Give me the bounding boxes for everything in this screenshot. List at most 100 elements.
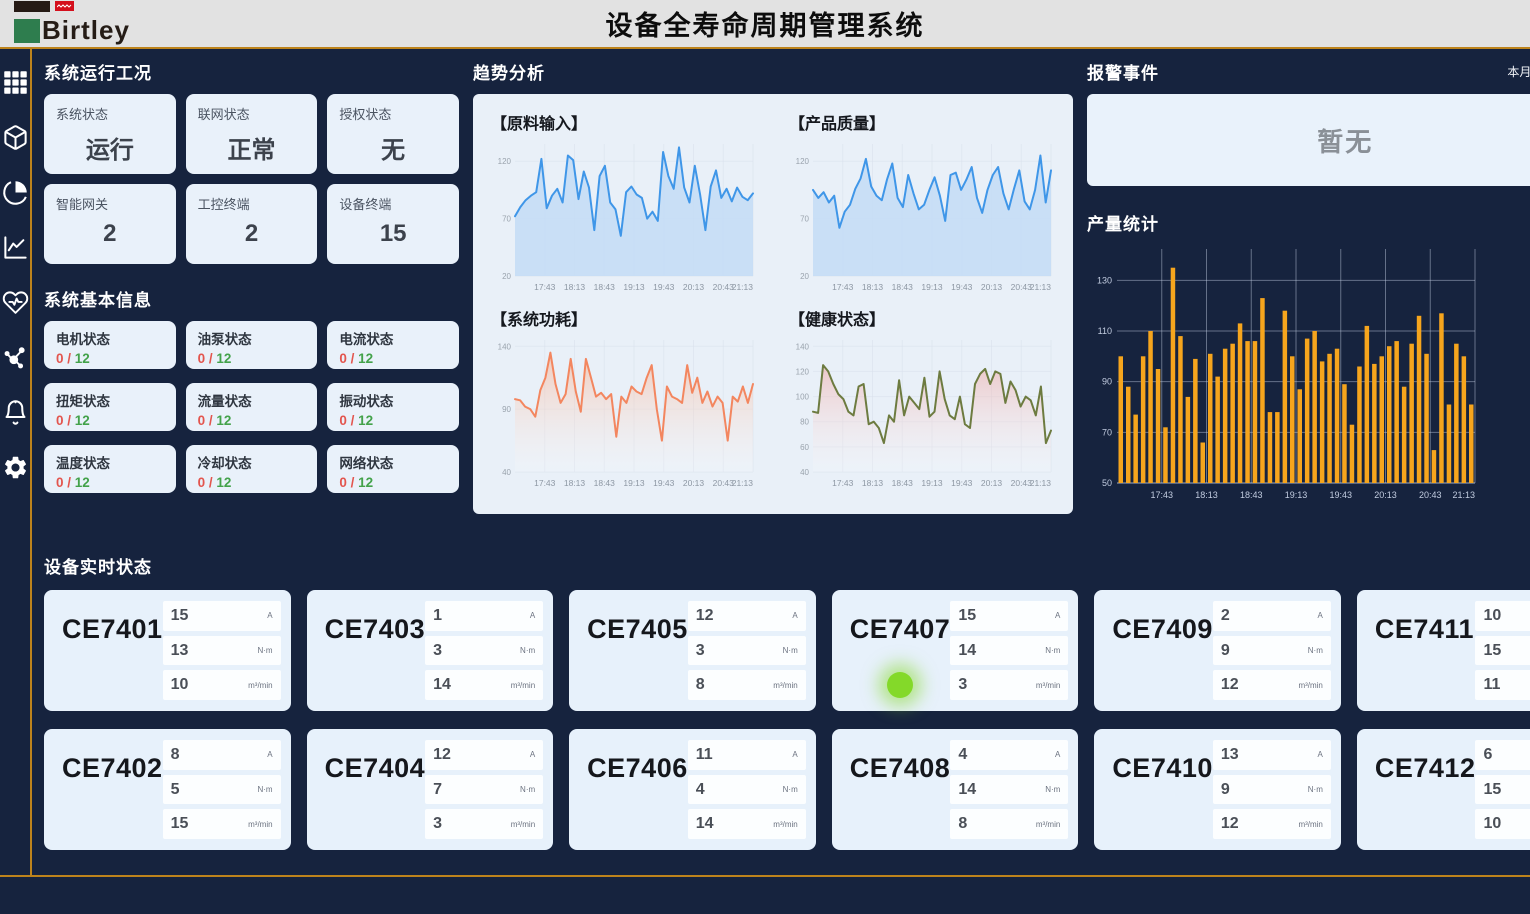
info-card: 冷却状态0 / 12 (186, 445, 318, 493)
device-values: 2A9N·m12m³/min (1213, 601, 1331, 700)
device-value-strip: 14N·m (950, 636, 1068, 666)
device-value: 13 (1221, 746, 1239, 764)
device-card[interactable]: CE74084A14N·m8m³/min (832, 729, 1079, 850)
device-value: 4 (958, 746, 967, 764)
alarm-tab[interactable]: 本月 (1507, 63, 1530, 80)
apps-grid-icon[interactable] (0, 67, 30, 97)
device-value-strip: 15A (163, 601, 281, 631)
alarm-empty-card: 暂无 (1087, 94, 1530, 186)
device-value: 11 (1483, 676, 1500, 694)
device-value-strip: 12m³/min (1213, 670, 1331, 700)
device-card[interactable]: CE74028A5N·m15m³/min (44, 729, 291, 850)
cube-icon[interactable] (0, 122, 30, 152)
device-name: CE7402 (62, 753, 163, 839)
info-card-value: 0 / 12 (339, 475, 447, 490)
info-card-label: 流量状态 (198, 390, 306, 410)
status-card: 系统状态运行 (44, 94, 176, 174)
info-card-label: 冷却状态 (198, 452, 306, 472)
device-unit: N·m (520, 646, 535, 655)
svg-text:18:13: 18:13 (1195, 490, 1218, 500)
device-value-strip: 8m³/min (688, 670, 806, 700)
svg-text:120: 120 (796, 367, 810, 376)
run-status-title: 系统运行工况 (44, 59, 459, 84)
alarm-title: 报警事件 (1087, 59, 1159, 84)
svg-text:21:13: 21:13 (1452, 490, 1475, 500)
device-value: 8 (171, 746, 180, 764)
svg-text:90: 90 (1102, 377, 1112, 387)
status-card-value: 15 (327, 220, 459, 248)
status-card-label: 授权状态 (339, 104, 447, 123)
device-card[interactable]: CE741110A15N·m11m³/min (1357, 590, 1530, 711)
svg-text:19:43: 19:43 (951, 282, 973, 292)
molecule-icon[interactable] (0, 342, 30, 372)
device-value-strip: 4N·m (688, 775, 806, 805)
device-card[interactable]: CE74031A3N·m14m³/min (307, 590, 554, 711)
device-card[interactable]: CE740611A4N·m14m³/min (569, 729, 816, 850)
device-card[interactable]: CE740715A14N·m3m³/min (832, 590, 1079, 711)
device-card[interactable]: CE740412A7N·m3m³/min (307, 729, 554, 850)
trend-title: 趋势分析 (473, 59, 1073, 84)
svg-text:21:13: 21:13 (732, 478, 754, 488)
device-value-strip: 10m³/min (1475, 809, 1530, 839)
device-values: 15A 14N·m 3m³/min (950, 601, 1068, 700)
device-values: 13A9N·m12m³/min (1213, 740, 1331, 839)
line-chart-icon[interactable] (0, 232, 30, 262)
device-card[interactable]: CE74126A 15N·m 10m³/min (1357, 729, 1530, 850)
device-value-strip: 3m³/min (425, 809, 543, 839)
info-card-label: 网络状态 (339, 452, 447, 472)
device-value: 8 (958, 815, 967, 833)
device-value: 12 (433, 746, 451, 764)
status-card: 工控终端2 (186, 184, 318, 264)
svg-text:110: 110 (1098, 326, 1112, 336)
bell-icon[interactable] (0, 397, 30, 427)
device-value-strip: 15A (950, 601, 1068, 631)
health-monitor-icon[interactable] (0, 287, 30, 317)
svg-text:17:43: 17:43 (832, 282, 854, 292)
device-value-strip: 6A (1475, 740, 1530, 770)
raw-input-chart: 207012017:4318:1318:4319:1319:4320:1320:… (489, 134, 761, 294)
device-value-strip: 3m³/min (950, 670, 1068, 700)
svg-text:60: 60 (800, 443, 809, 452)
device-value-strip: 15N·m (1475, 775, 1530, 805)
svg-text:19:13: 19:13 (623, 282, 645, 292)
device-card[interactable]: CE74092A9N·m12m³/min (1094, 590, 1341, 711)
svg-text:18:43: 18:43 (892, 478, 914, 488)
status-card-label: 智能网关 (56, 194, 164, 213)
info-card: 温度状态0 / 12 (44, 445, 176, 493)
svg-text:40: 40 (800, 468, 809, 477)
info-card-label: 温度状态 (56, 452, 164, 472)
device-value: 15 (958, 607, 976, 625)
device-value: 3 (433, 642, 442, 660)
device-card[interactable]: CE741013A9N·m12m³/min (1094, 729, 1341, 850)
svg-text:18:43: 18:43 (1240, 490, 1263, 500)
status-card: 智能网关2 (44, 184, 176, 264)
device-name: CE7412 (1375, 753, 1476, 839)
panel-trend: 趋势分析 【原料输入】 207012017:4318:1318:4319:131… (473, 59, 1073, 545)
device-card[interactable]: CE740512A3N·m8m³/min (569, 590, 816, 711)
svg-text:140: 140 (796, 342, 810, 351)
pie-chart-icon[interactable] (0, 177, 30, 207)
device-value: 15 (171, 815, 189, 833)
status-card-label: 工控终端 (198, 194, 306, 213)
info-card-label: 电流状态 (339, 328, 447, 348)
basic-info-cards: 电机状态0 / 12油泵状态0 / 12电流状态0 / 12扭矩状态0 / 12… (44, 321, 459, 493)
device-card[interactable]: CE740115A13N·m10m³/min (44, 590, 291, 711)
svg-text:20:13: 20:13 (1374, 490, 1397, 500)
gear-icon[interactable] (0, 452, 30, 482)
device-unit: m³/min (511, 820, 535, 829)
device-unit: m³/min (1036, 681, 1060, 690)
svg-text:18:13: 18:13 (564, 478, 586, 488)
svg-text:20:13: 20:13 (683, 282, 705, 292)
device-value: 14 (433, 676, 451, 694)
device-name: CE7409 (1112, 614, 1213, 700)
svg-text:90: 90 (502, 405, 511, 414)
device-value: 7 (433, 781, 442, 799)
chart-title: 【健康状态】 (789, 306, 1059, 330)
app-header: Birtley 设备全寿命周期管理系统 (0, 0, 1530, 47)
svg-text:20:13: 20:13 (981, 282, 1003, 292)
device-values: 6A 15N·m 10m³/min (1475, 740, 1530, 839)
device-value: 10 (1483, 815, 1501, 833)
svg-text:80: 80 (800, 418, 809, 427)
device-name: CE7411 (1375, 614, 1474, 700)
svg-text:19:43: 19:43 (1329, 490, 1352, 500)
